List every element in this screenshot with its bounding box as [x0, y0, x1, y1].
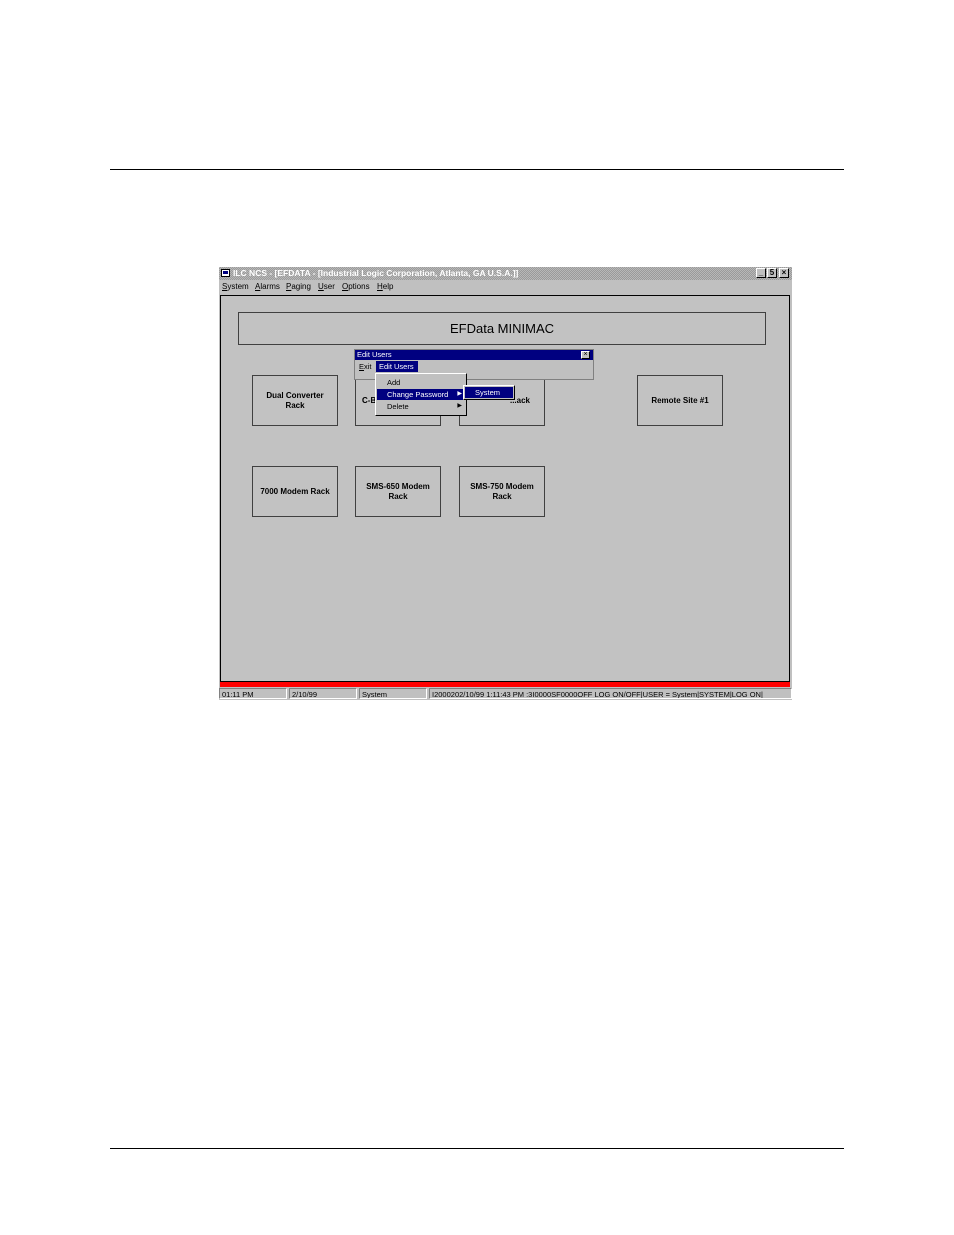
menu-bar: System Alarms Paging User Options Help — [219, 281, 792, 293]
status-date: 2/10/99 — [289, 688, 357, 699]
status-log: I2000202/10/99 1:11:43 PM :3I0000SF0000O… — [429, 688, 792, 699]
edit-users-title[interactable]: Edit Users — [355, 350, 593, 360]
rack-sms-650-modem[interactable]: SMS-650 Modem Rack — [355, 466, 441, 517]
rack-dual-converter[interactable]: Dual Converter Rack — [252, 375, 338, 426]
minimize-button[interactable]: _ — [756, 268, 766, 278]
rack-sms-750-modem[interactable]: SMS-750 Modem Rack — [459, 466, 545, 517]
menu-system[interactable]: System — [222, 282, 249, 291]
menu-options[interactable]: Options — [342, 282, 370, 291]
edit-users-menu-edit-users[interactable]: Edit Users — [376, 361, 418, 372]
window-title: ILC NCS - [EFDATA - [Industrial Logic Co… — [233, 268, 519, 278]
restore-button[interactable]: 5 — [767, 268, 777, 278]
site-banner: EFData MINIMAC — [238, 312, 766, 345]
rack-remote-site-1[interactable]: Remote Site #1 — [637, 375, 723, 426]
menu-item-change-password-label: Change Password — [387, 390, 449, 399]
menu-paging[interactable]: Paging — [286, 282, 311, 291]
rack-third[interactable]: ...ack — [459, 375, 545, 426]
bottom-rule — [110, 1148, 844, 1149]
rack-7000-modem[interactable]: 7000 Modem Rack — [252, 466, 338, 517]
close-button[interactable]: × — [779, 268, 789, 278]
menu-item-change-password[interactable]: Change Password ▶ — [377, 389, 465, 400]
status-bar: 01:11 PM 2/10/99 System I2000202/10/99 1… — [219, 687, 792, 700]
submenu-arrow-icon: ▶ — [457, 391, 462, 397]
menu-item-delete-label: Delete — [387, 402, 409, 411]
menu-user[interactable]: User — [318, 282, 335, 291]
menu-help[interactable]: Help — [377, 282, 393, 291]
menu-item-add[interactable]: Add — [377, 377, 465, 388]
submenu-arrow-icon: ▶ — [457, 403, 462, 409]
change-password-submenu: System — [463, 385, 515, 400]
edit-users-dropdown: Add Change Password ▶ Delete ▶ — [375, 373, 467, 416]
ncs-window: ILC NCS - [EFDATA - [Industrial Logic Co… — [219, 267, 792, 700]
title-bar[interactable]: ILC NCS - [EFDATA - [Industrial Logic Co… — [219, 267, 792, 280]
menu-item-delete[interactable]: Delete ▶ — [377, 401, 465, 412]
submenu-item-system[interactable]: System — [465, 387, 513, 398]
top-rule — [110, 169, 844, 170]
menu-alarms[interactable]: Alarms — [255, 282, 280, 291]
menu-item-add-label: Add — [387, 378, 401, 387]
status-user: System — [359, 688, 427, 699]
app-icon[interactable] — [221, 269, 230, 277]
status-time: 01:11 PM — [219, 688, 287, 699]
edit-users-close-button[interactable]: × — [581, 351, 590, 359]
edit-users-menu-exit[interactable]: Exit — [359, 362, 372, 371]
